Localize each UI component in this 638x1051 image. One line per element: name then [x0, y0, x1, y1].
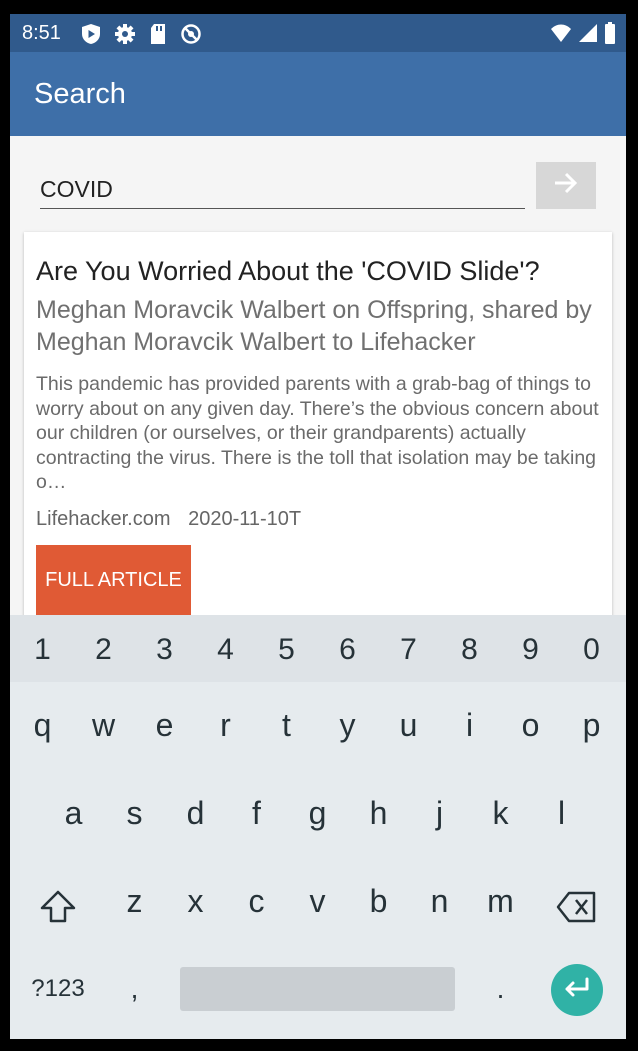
backspace-icon — [556, 891, 598, 929]
key-d[interactable]: d — [165, 795, 226, 832]
no-sync-icon — [180, 23, 202, 50]
full-article-button[interactable]: FULL ARTICLE — [36, 545, 191, 615]
key-l[interactable]: l — [531, 795, 592, 832]
search-input[interactable] — [40, 170, 525, 209]
article-meta: Lifehacker.com 2020-11-10T — [36, 508, 301, 531]
key-o[interactable]: o — [500, 707, 561, 744]
article-byline: Meghan Moravcik Walbert on Offspring, sh… — [36, 296, 592, 356]
key-q[interactable]: q — [12, 707, 73, 744]
shift-key[interactable] — [38, 887, 78, 927]
key-a[interactable]: a — [43, 795, 104, 832]
article-excerpt: This pandemic has provided parents with … — [36, 373, 599, 494]
article-card: Are You Worried About the 'COVID Slide'?… — [24, 232, 612, 632]
battery-icon — [604, 22, 616, 49]
key-0[interactable]: 0 — [561, 633, 622, 667]
article-source: Lifehacker.com — [36, 508, 171, 530]
key-p[interactable]: p — [561, 707, 622, 744]
number-row: 1 2 3 4 5 6 7 8 9 0 — [10, 615, 626, 682]
shift-icon — [38, 890, 78, 931]
comma-key[interactable]: , — [104, 973, 165, 1005]
space-key[interactable] — [180, 967, 455, 1011]
key-r[interactable]: r — [195, 707, 256, 744]
shield-play-icon — [80, 23, 102, 50]
signal-icon — [578, 23, 598, 48]
soft-keyboard: 1 2 3 4 5 6 7 8 9 0 q w e r t y u i o p … — [10, 615, 626, 1039]
status-time: 8:51 — [22, 22, 61, 44]
page-title: Search — [34, 78, 126, 110]
key-w[interactable]: w — [73, 707, 134, 744]
gear-icon — [114, 23, 136, 50]
search-submit-button[interactable] — [536, 162, 596, 209]
key-1[interactable]: 1 — [12, 633, 73, 667]
article-title[interactable]: Are You Worried About the 'COVID Slide'? — [36, 256, 606, 287]
status-bar: 8:51 — [10, 14, 626, 52]
key-2[interactable]: 2 — [73, 633, 134, 667]
key-b[interactable]: b — [348, 883, 409, 920]
key-4[interactable]: 4 — [195, 633, 256, 667]
key-8[interactable]: 8 — [439, 633, 500, 667]
key-s[interactable]: s — [104, 795, 165, 832]
key-n[interactable]: n — [409, 883, 470, 920]
key-h[interactable]: h — [348, 795, 409, 832]
key-i[interactable]: i — [439, 707, 500, 744]
app-bar: Search — [10, 52, 626, 136]
key-7[interactable]: 7 — [378, 633, 439, 667]
backspace-key[interactable] — [556, 889, 598, 925]
key-6[interactable]: 6 — [317, 633, 378, 667]
key-m[interactable]: m — [470, 883, 531, 920]
key-f[interactable]: f — [226, 795, 287, 832]
search-bar — [10, 136, 626, 232]
enter-key[interactable] — [551, 964, 603, 1016]
wifi-icon — [550, 23, 572, 48]
key-y[interactable]: y — [317, 707, 378, 744]
key-k[interactable]: k — [470, 795, 531, 832]
sd-card-icon — [148, 23, 168, 50]
key-e[interactable]: e — [134, 707, 195, 744]
key-z[interactable]: z — [104, 883, 165, 920]
key-t[interactable]: t — [256, 707, 317, 744]
key-9[interactable]: 9 — [500, 633, 561, 667]
key-j[interactable]: j — [409, 795, 470, 832]
article-date: 2020-11-10T — [188, 508, 302, 530]
enter-icon — [562, 976, 592, 1005]
key-v[interactable]: v — [287, 883, 348, 920]
key-5[interactable]: 5 — [256, 633, 317, 667]
key-u[interactable]: u — [378, 707, 439, 744]
period-key[interactable]: . — [470, 973, 531, 1005]
key-g[interactable]: g — [287, 795, 348, 832]
key-x[interactable]: x — [165, 883, 226, 920]
phone-screen: 8:51 Search COVID Are You Worried About … — [10, 14, 626, 1039]
key-c[interactable]: c — [226, 883, 287, 920]
arrow-right-icon — [553, 172, 579, 199]
symbols-key[interactable]: ?123 — [26, 975, 90, 1003]
key-3[interactable]: 3 — [134, 633, 195, 667]
